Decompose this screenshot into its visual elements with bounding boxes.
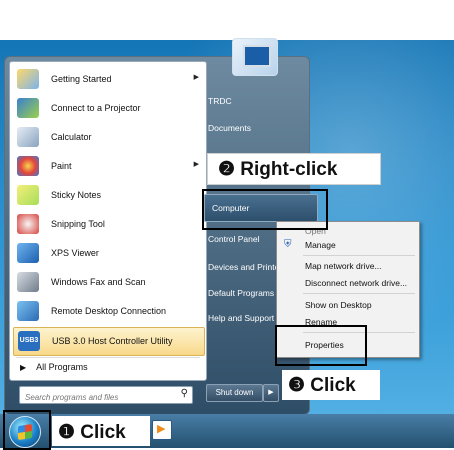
shield-icon: ⛨ (284, 239, 292, 250)
program-label: Remote Desktop Connection (51, 306, 167, 316)
separator (303, 293, 415, 294)
highlight-box-computer (202, 189, 328, 230)
program-item-getting-started[interactable]: Getting Started ▶ (13, 66, 203, 93)
program-label: USB 3.0 Host Controller Utility (52, 336, 173, 346)
media-player-icon[interactable] (152, 420, 172, 440)
ctx-disconnect-drive[interactable]: Disconnect network drive... (305, 278, 407, 288)
program-item-remote-desktop[interactable]: Remote Desktop Connection (13, 298, 203, 325)
ctx-map-drive[interactable]: Map network drive... (305, 261, 382, 271)
separator (303, 255, 415, 256)
snipping-tool-icon (17, 214, 39, 234)
program-label: Calculator (51, 132, 92, 142)
program-item-fax-scan[interactable]: Windows Fax and Scan (13, 269, 203, 296)
remote-desktop-icon (17, 301, 39, 321)
monitor-icon (243, 45, 271, 67)
arrow-right-icon: ▶ (20, 363, 27, 372)
getting-started-icon (17, 69, 39, 89)
search-input[interactable] (25, 393, 165, 402)
callout-right-click: ❷ Right-click (207, 153, 381, 185)
start-menu: Getting Started ▶ Connect to a Projector… (4, 56, 310, 415)
program-label: Snipping Tool (51, 219, 105, 229)
program-item-calculator[interactable]: Calculator (13, 124, 203, 151)
ctx-manage[interactable]: Manage (305, 240, 336, 250)
program-label: Connect to a Projector (51, 103, 141, 113)
right-item-control-panel[interactable]: Control Panel (208, 234, 260, 244)
callout-text: ❷ Right-click (218, 159, 338, 180)
projector-icon (17, 98, 39, 118)
right-item-help-support[interactable]: Help and Support (208, 313, 274, 323)
program-label: XPS Viewer (51, 248, 99, 258)
fax-scan-icon (17, 272, 39, 292)
top-margin (0, 0, 454, 40)
callout-click-properties: ❸ Click (282, 370, 380, 400)
right-item-trdc[interactable]: TRDC (208, 96, 232, 106)
sticky-notes-icon (17, 185, 39, 205)
user-picture (232, 38, 278, 76)
search-box[interactable]: ⚲ (19, 386, 193, 404)
program-item-usb3-utility[interactable]: USB3 USB 3.0 Host Controller Utility (13, 327, 205, 356)
all-programs-label: All Programs (36, 362, 88, 372)
right-item-documents[interactable]: Documents (208, 123, 251, 133)
xps-viewer-icon (17, 243, 39, 263)
program-item-paint[interactable]: Paint ▶ (13, 153, 203, 180)
search-icon[interactable]: ⚲ (181, 388, 188, 399)
callout-click-start: ❶ Click (52, 416, 150, 446)
highlight-box-properties (275, 325, 367, 366)
calculator-icon (17, 127, 39, 147)
callout-text: ❶ Click (58, 422, 126, 443)
program-label: Sticky Notes (51, 190, 102, 200)
right-item-devices-printers[interactable]: Devices and Printers (208, 262, 286, 272)
program-item-projector[interactable]: Connect to a Projector (13, 95, 203, 122)
program-item-snipping-tool[interactable]: Snipping Tool (13, 211, 203, 238)
all-programs[interactable]: ▶ All Programs (20, 362, 88, 372)
usb3-icon: USB3 (18, 331, 40, 351)
program-label: Getting Started (51, 74, 112, 84)
separator (16, 357, 200, 358)
submenu-arrow-icon: ▶ (193, 161, 199, 168)
program-label: Paint (51, 161, 72, 171)
paint-icon (17, 156, 39, 176)
program-item-sticky-notes[interactable]: Sticky Notes (13, 182, 203, 209)
program-item-xps-viewer[interactable]: XPS Viewer (13, 240, 203, 267)
right-item-default-programs[interactable]: Default Programs (208, 288, 274, 298)
submenu-arrow-icon: ▶ (193, 74, 199, 81)
ctx-show-desktop[interactable]: Show on Desktop (305, 300, 372, 310)
program-label: Windows Fax and Scan (51, 277, 146, 287)
programs-pane: Getting Started ▶ Connect to a Projector… (9, 61, 207, 381)
shutdown-button[interactable]: Shut down (206, 384, 263, 402)
highlight-box-start (3, 410, 51, 450)
callout-text: ❸ Click (288, 375, 356, 396)
shutdown-options-button[interactable]: ▶ (263, 384, 279, 402)
